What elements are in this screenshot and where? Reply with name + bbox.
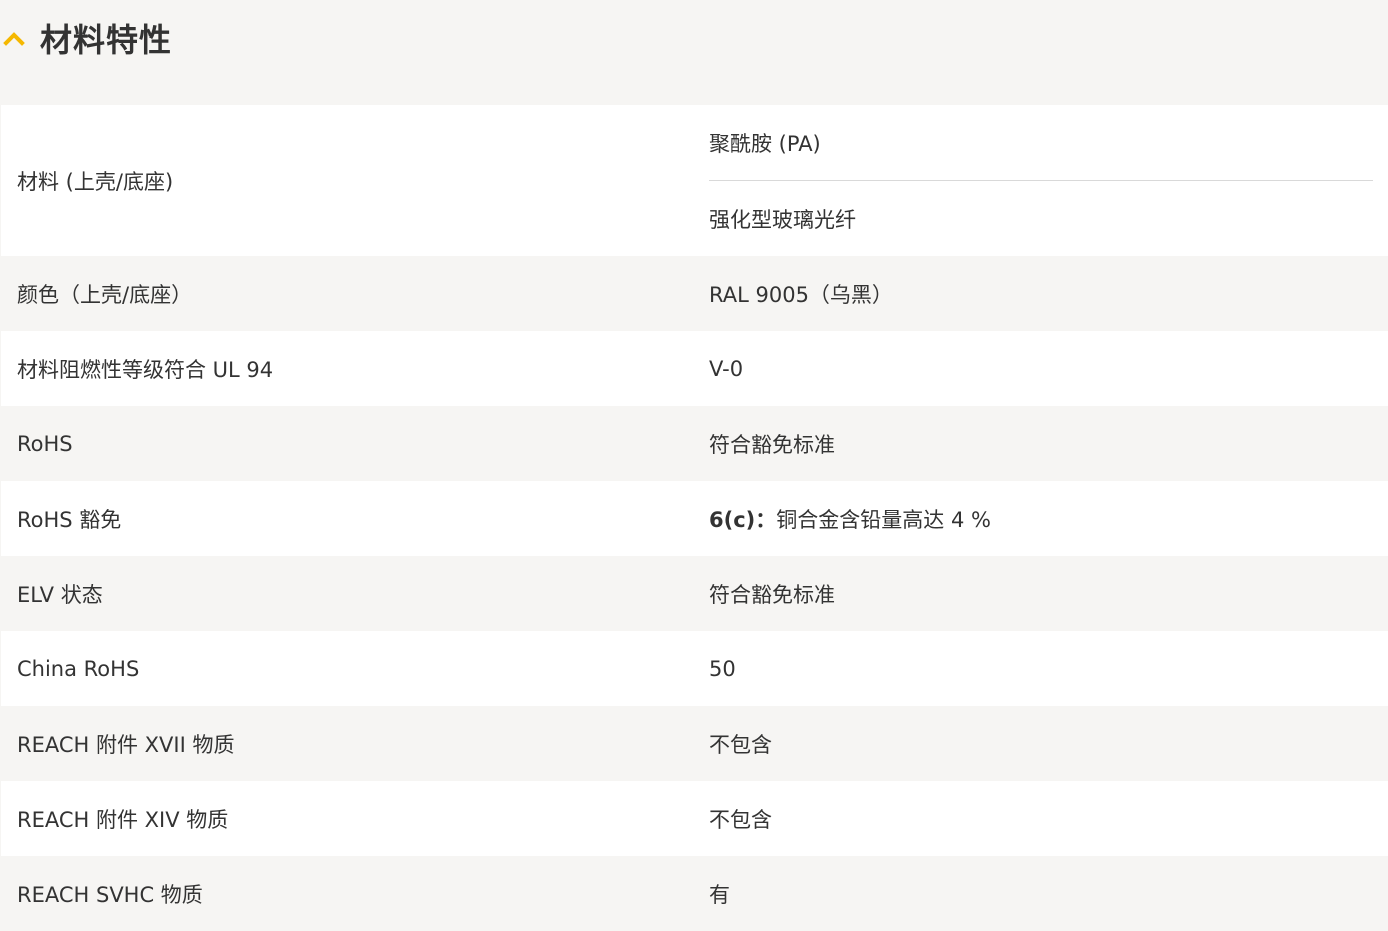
- row-value: 不包含: [709, 807, 772, 832]
- row-value-code: 6(c)：: [709, 507, 777, 532]
- row-label: REACH SVHC 物质: [17, 882, 203, 907]
- section-header-material-properties[interactable]: 材料特性: [0, 0, 1388, 80]
- properties-table: 材料 (上壳/底座) 聚酰胺 (PA) 强化型玻璃光纤 颜色（上壳/底座） RA…: [1, 105, 1388, 931]
- row-label: 材料 (上壳/底座): [17, 169, 174, 194]
- table-row: REACH SVHC 物质 有: [1, 856, 1388, 931]
- row-label: RoHS: [17, 431, 73, 456]
- row-label: ELV 状态: [17, 582, 103, 607]
- row-value: 有: [709, 882, 730, 907]
- table-row: RoHS 符合豁免标准: [1, 406, 1388, 481]
- row-value: RAL 9005（乌黑）: [709, 282, 893, 307]
- row-value-list: 聚酰胺 (PA) 强化型玻璃光纤: [709, 105, 1373, 256]
- row-value: 50: [709, 656, 736, 681]
- row-label: RoHS 豁免: [17, 507, 122, 532]
- table-row: China RoHS 50: [1, 631, 1388, 706]
- row-label: 材料阻燃性等级符合 UL 94: [17, 357, 274, 382]
- row-label: China RoHS: [17, 656, 140, 681]
- row-label: REACH 附件 XIV 物质: [17, 807, 229, 832]
- row-value: 6(c)： 铜合金含铅量高达 4 %: [709, 481, 991, 556]
- row-value: 聚酰胺 (PA): [709, 131, 821, 156]
- table-row: REACH 附件 XVII 物质 不包含: [1, 706, 1388, 781]
- table-row: ELV 状态 符合豁免标准: [1, 556, 1388, 631]
- row-value: V-0: [709, 356, 744, 381]
- row-value: 符合豁免标准: [709, 582, 835, 607]
- row-label: REACH 附件 XVII 物质: [17, 732, 235, 757]
- chevron-up-icon[interactable]: [3, 30, 25, 46]
- table-row: 材料阻燃性等级符合 UL 94 V-0: [1, 331, 1388, 406]
- table-row: RoHS 豁免 6(c)： 铜合金含铅量高达 4 %: [1, 481, 1388, 556]
- row-value: 强化型玻璃光纤: [709, 180, 1373, 256]
- section-title: 材料特性: [40, 21, 173, 59]
- row-label: 颜色（上壳/底座）: [17, 282, 193, 307]
- table-row: 材料 (上壳/底座) 聚酰胺 (PA) 强化型玻璃光纤: [1, 105, 1388, 256]
- row-value: 符合豁免标准: [709, 432, 835, 457]
- row-value-text: 铜合金含铅量高达 4 %: [776, 507, 991, 532]
- row-value: 不包含: [709, 732, 772, 757]
- table-row: REACH 附件 XIV 物质 不包含: [1, 781, 1388, 856]
- table-row: 颜色（上壳/底座） RAL 9005（乌黑）: [1, 256, 1388, 331]
